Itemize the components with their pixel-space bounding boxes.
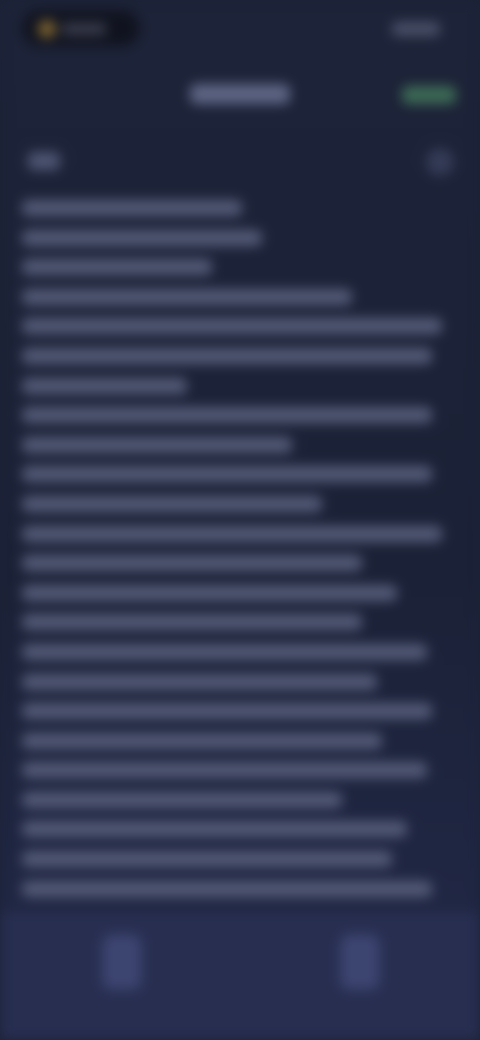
note-text-line: [22, 407, 432, 424]
note-text-line: [22, 466, 432, 483]
note-text-line: [22, 703, 432, 720]
note-toolbar: [0, 140, 480, 184]
note-text-line: [22, 880, 432, 897]
note-text-line: [22, 555, 362, 572]
checklist-button[interactable]: [102, 934, 142, 990]
note-text-line: [22, 791, 342, 808]
more-button[interactable]: [426, 148, 454, 176]
note-body[interactable]: [22, 200, 452, 910]
back-button[interactable]: [40, 82, 70, 108]
page-title: [190, 84, 290, 104]
status-bar: [0, 0, 480, 60]
note-text-line: [22, 495, 322, 512]
blurred-screen: [0, 0, 480, 1040]
note-text-line: [22, 525, 442, 542]
note-text-line: [22, 851, 392, 868]
note-text-line: [22, 821, 407, 838]
system-status-icons: [392, 22, 440, 36]
recording-dot-icon: [38, 20, 56, 38]
note-text-line: [22, 762, 427, 779]
status-time: [62, 23, 106, 35]
bottom-toolbar: [0, 912, 480, 1040]
note-text-line: [22, 377, 187, 394]
note-text-line: [22, 347, 432, 364]
note-text-line: [22, 584, 397, 601]
note-text-line: [22, 318, 442, 335]
text-format-button[interactable]: [28, 152, 60, 170]
compose-button[interactable]: [340, 934, 380, 990]
navigation-bar: [0, 70, 480, 120]
note-text-line: [22, 643, 427, 660]
done-button[interactable]: [402, 86, 456, 104]
note-text-line: [22, 732, 382, 749]
note-text-line: [22, 614, 362, 631]
note-text-line: [22, 200, 242, 216]
note-text-line: [22, 673, 377, 690]
note-text-line: [22, 229, 262, 246]
note-text-line: [22, 259, 212, 276]
note-text-line: [22, 436, 292, 453]
note-text-line: [22, 288, 352, 305]
